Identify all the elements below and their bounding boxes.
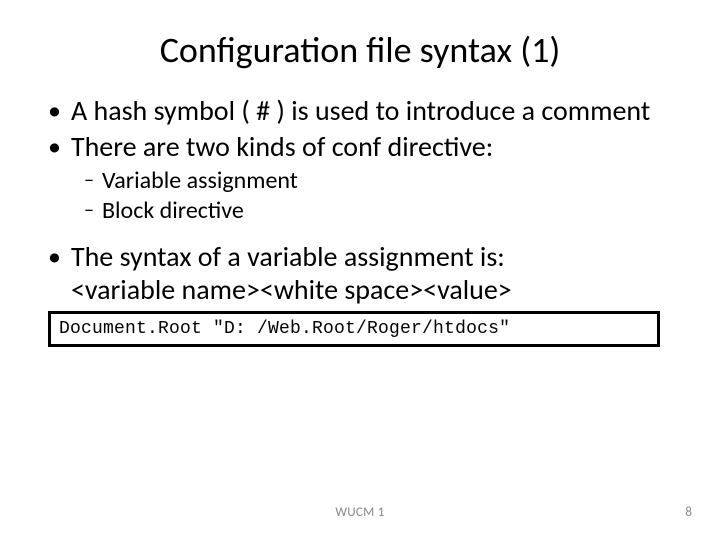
footer-center-label: WUCM 1	[0, 505, 720, 520]
bullet-text: The syntax of a variable assignment is: …	[71, 240, 672, 307]
dash-marker: –	[84, 196, 94, 224]
bullet-marker: •	[48, 94, 61, 128]
bullet-item: • There are two kinds of conf directive:	[48, 130, 672, 164]
slide-title: Configuration file syntax (1)	[0, 0, 720, 94]
sub-bullet-text: Variable assignment	[102, 166, 672, 196]
bullet-line: <variable name><white space><value>	[71, 272, 512, 307]
sub-bullet-item: – Block directive	[84, 196, 672, 226]
bullet-text: There are two kinds of conf directive:	[71, 130, 672, 164]
sub-bullet-text: Block directive	[102, 196, 672, 226]
bullet-text: A hash symbol ( # ) is used to introduce…	[71, 94, 672, 128]
bullet-item: • The syntax of a variable assignment is…	[48, 240, 672, 307]
dash-marker: –	[84, 166, 94, 194]
bullet-marker: •	[48, 130, 61, 164]
bullet-item: • A hash symbol ( # ) is used to introdu…	[48, 94, 672, 128]
bullet-marker: •	[48, 240, 61, 274]
bullet-line: The syntax of a variable assignment is:	[71, 239, 505, 274]
page-number: 8	[685, 505, 692, 520]
code-example-box: Document.Root "D: /Web.Root/Roger/htdocs…	[48, 311, 660, 347]
sub-bullet-item: – Variable assignment	[84, 166, 672, 196]
slide-content: • A hash symbol ( # ) is used to introdu…	[0, 94, 720, 307]
code-text: Document.Root "D: /Web.Root/Roger/htdocs…	[59, 319, 510, 339]
